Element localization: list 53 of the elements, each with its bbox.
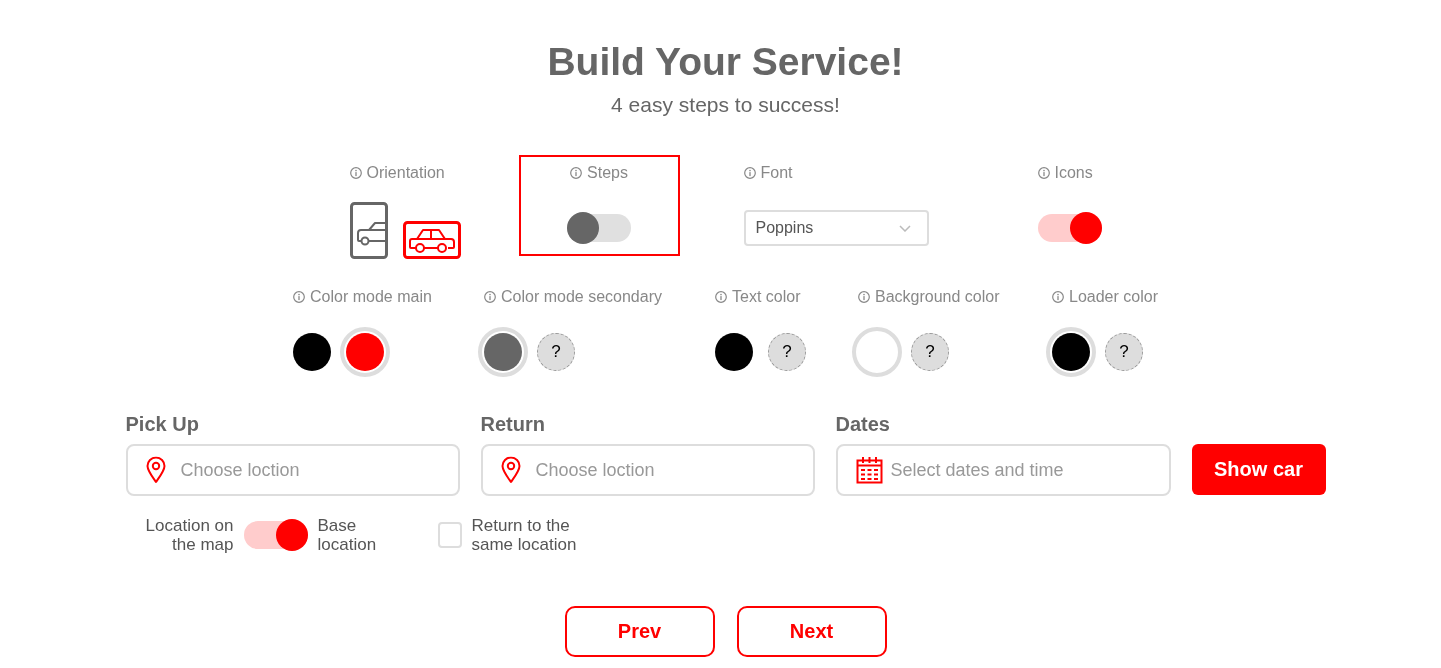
setting-label: Font	[760, 164, 793, 182]
setting-label: Text color	[732, 288, 801, 306]
info-icon	[349, 167, 362, 179]
select-dropdown[interactable]: Poppins	[743, 210, 929, 246]
color-swatch[interactable]	[340, 327, 390, 377]
custom-color-button[interactable]: ?	[911, 333, 949, 371]
color-swatch[interactable]	[293, 333, 331, 371]
prev-button[interactable]: Prev	[564, 606, 715, 657]
custom-color-button[interactable]: ?	[768, 333, 806, 371]
landscape-car-icon[interactable]	[402, 221, 461, 259]
color-swatch[interactable]	[715, 333, 753, 371]
info-icon	[715, 291, 727, 303]
setting-label: Color mode main	[310, 288, 432, 306]
switch-label: Location on the map	[144, 516, 234, 554]
setting-label: Icons	[1054, 164, 1093, 182]
custom-color-button[interactable]: ?	[537, 333, 575, 371]
field-label: Pick Up	[125, 412, 199, 436]
location-field[interactable]: Choose loction	[125, 444, 460, 496]
location-field[interactable]: Choose loction	[480, 444, 815, 496]
setting-label: Loader color	[1069, 288, 1158, 306]
toggle-switch[interactable]	[1037, 212, 1102, 244]
info-icon	[1037, 167, 1050, 179]
info-icon	[743, 167, 756, 179]
info-icon	[293, 291, 305, 303]
page-subtitle: 4 easy steps to success!	[611, 93, 840, 117]
checkbox[interactable]	[437, 522, 462, 548]
portrait-car-icon[interactable]	[349, 202, 388, 259]
info-icon	[1052, 291, 1064, 303]
setting-label: Color mode secondary	[501, 288, 662, 306]
show-car-button[interactable]: Show car	[1191, 444, 1326, 495]
info-icon	[484, 291, 496, 303]
calendar-icon	[855, 456, 883, 484]
setting-label: Orientation	[366, 164, 445, 182]
info-icon	[570, 167, 583, 179]
next-button[interactable]: Next	[736, 606, 887, 657]
toggle-switch[interactable]	[243, 519, 308, 551]
location-pin-icon	[500, 456, 521, 484]
toggle-switch[interactable]	[567, 212, 631, 244]
custom-color-button[interactable]: ?	[1105, 333, 1143, 371]
info-icon	[858, 291, 870, 303]
location-pin-icon	[145, 456, 166, 484]
color-swatch[interactable]	[478, 327, 528, 377]
field-label: Dates	[835, 412, 890, 436]
page-title: Build Your Service!	[547, 39, 904, 85]
color-swatch[interactable]	[1046, 327, 1096, 377]
setting-label: Steps	[587, 164, 628, 182]
switch-label: Base location	[317, 516, 378, 554]
color-swatch[interactable]	[852, 327, 902, 377]
checkbox-label: Return to the same location	[471, 516, 578, 554]
date-field[interactable]: Select dates and time	[835, 444, 1171, 496]
field-label: Return	[480, 412, 545, 436]
setting-label: Background color	[875, 288, 1000, 306]
chevron-down-icon	[898, 224, 911, 232]
